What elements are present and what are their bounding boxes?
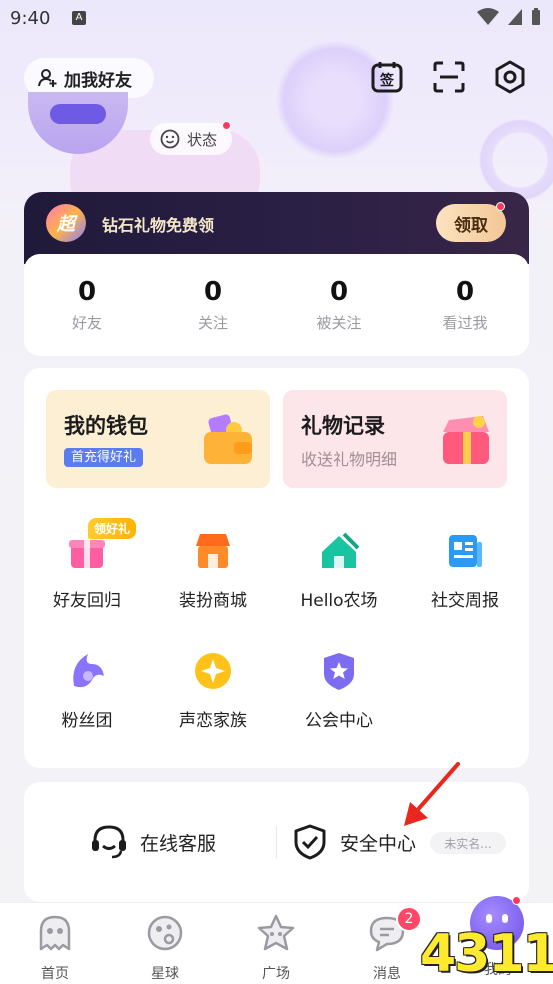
wallet-badge-text: 首充得好礼 [64,448,144,467]
online-service-label: 在线客服 [140,832,217,855]
grid-label: 声恋家族 [179,711,247,731]
grid-item-dress-shop[interactable]: 装扮商城 [150,530,276,611]
wifi-icon [477,8,499,25]
shield-check-icon [294,824,326,860]
online-service-button[interactable]: 在线客服 [90,824,216,860]
gift-record-sub: 收送礼物明细 [301,450,398,469]
grid-item-family[interactable]: 声恋家族 [150,650,276,731]
wallet-tile[interactable]: 我的钱包 首充得好礼 [46,390,270,488]
super-logo-icon: 超 [46,204,86,242]
status-bar: 9:40 A [0,0,553,38]
add-user-icon [38,69,57,87]
nav-planet[interactable]: 星球 [110,913,220,983]
status-red-dot [222,121,231,130]
status-label: 状态 [187,130,218,149]
grid-item-hello-farm[interactable]: Hello农场 [276,530,402,611]
system-icons [477,8,541,26]
svg-text:签: 签 [379,72,395,89]
stat-following[interactable]: 0 关注 [150,276,276,333]
stat-friends[interactable]: 0 好友 [24,276,150,333]
settings-hex-icon[interactable] [493,60,527,94]
star-badge-icon [195,653,231,689]
stat-value: 0 [329,277,349,307]
report-icon [449,535,482,567]
stat-value: 0 [455,277,475,307]
stat-visitors[interactable]: 0 看过我 [402,276,528,333]
shield-star-icon [324,653,354,690]
headset-icon [92,825,126,859]
stats-card: 0 好友 0 关注 0 被关注 0 看过我 [24,254,529,356]
services-card: 我的钱包 首充得好礼 礼物记录 收送礼物明细 领好礼 好友回归 装扮商城 Hel… [24,368,529,768]
nav-home[interactable]: 首页 [0,913,110,983]
status-time: 9:40 [10,8,51,29]
security-center-button[interactable]: 安全中心 [292,824,416,860]
gift-box-open-icon [443,416,489,464]
eye [486,914,492,923]
wallet-badge: 首充得好礼 [64,446,144,467]
star-face-icon [257,914,295,951]
stat-followers[interactable]: 0 被关注 [276,276,402,333]
calendar-sign-icon[interactable]: 签 [370,60,404,94]
nav-label: 星球 [151,966,179,982]
wallet-icon [204,414,252,464]
security-center-label: 安全中心 [340,832,417,855]
wallet-title: 我的钱包 [64,414,148,438]
nav-square[interactable]: 广场 [221,913,331,983]
annotation-arrow-icon [404,762,460,826]
shop-icon [196,534,230,568]
grid-item-friend-return[interactable]: 好友回归 [24,530,150,611]
stat-label: 好友 [71,314,102,332]
signal-icon [508,9,522,25]
watermark-logo: 4311 [420,924,553,984]
ghost-icon [39,915,71,951]
gift-record-title: 礼物记录 [301,414,385,438]
eye [502,914,508,923]
planet-icon [147,915,183,951]
claim-button[interactable]: 领取 [436,204,506,242]
unverified-badge: 未实名... [430,832,506,854]
promo-text: 钻石礼物免费领 [102,216,215,235]
avatar-decoration [50,104,106,124]
grid-label: 好友回归 [53,591,121,611]
background-decoration [275,40,395,160]
grid-label: 公会中心 [305,711,373,731]
scan-icon[interactable] [432,60,466,94]
grid-item-weekly-report[interactable]: 社交周报 [402,530,528,611]
add-friend-label: 加我好友 [64,70,132,91]
message-badge: 2 [396,906,422,932]
wing-icon [73,654,104,688]
notification-icon: A [72,11,86,25]
grid-item-fan-club[interactable]: 粉丝团 [24,650,150,731]
nav-label: 首页 [41,966,69,982]
smile-add-icon [160,129,180,149]
grid-label: Hello农场 [300,591,378,611]
farm-icon [322,532,360,568]
grid-item-guild-center[interactable]: 公会中心 [276,650,402,731]
claim-red-dot [496,202,505,211]
stat-label: 看过我 [442,314,488,332]
stat-value: 0 [77,277,97,307]
stat-value: 0 [203,277,223,307]
divider [276,826,277,858]
status-chip[interactable]: 状态 [150,123,232,155]
stat-label: 被关注 [316,314,362,332]
me-red-dot [512,896,521,905]
battery-icon [532,8,540,25]
stat-label: 关注 [197,314,228,332]
grid-label: 粉丝团 [61,711,113,731]
gift-record-tile[interactable]: 礼物记录 收送礼物明细 [283,390,507,488]
grid-label: 装扮商城 [179,591,247,611]
grid-label: 社交周报 [431,591,499,611]
super-logo-text: 超 [57,214,75,235]
nav-label: 广场 [262,966,290,982]
gift-box-icon [69,540,105,568]
